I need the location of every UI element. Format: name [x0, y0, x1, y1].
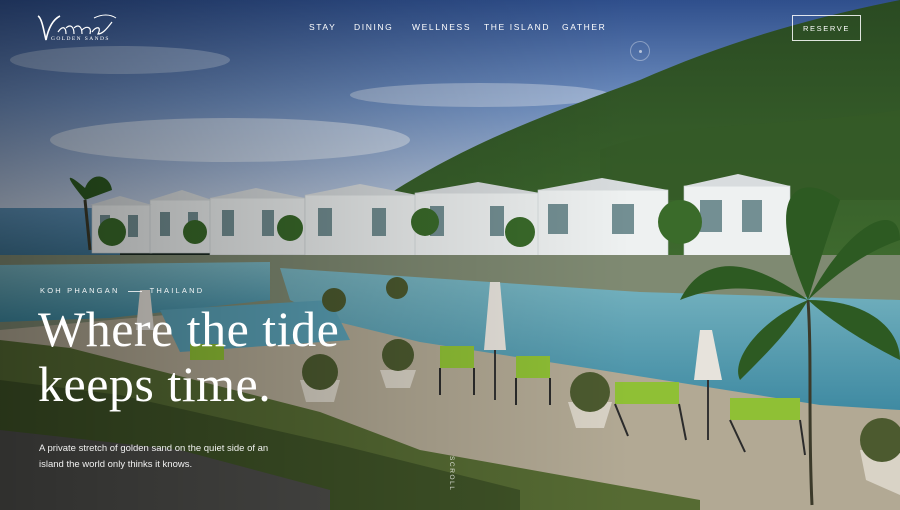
scroll-indicator[interactable]: SCROLL [445, 456, 455, 492]
hero-background-image [0, 0, 900, 510]
headline-line-1: Where the tide [38, 301, 340, 357]
location-kicker: KOH PHANGAN THAILAND [40, 286, 204, 295]
location-island: KOH PHANGAN [40, 286, 120, 295]
cursor-ring-icon [630, 41, 650, 61]
reserve-button[interactable]: RESERVE [792, 15, 861, 41]
brand-subline: GOLDEN SANDS [51, 36, 110, 42]
location-country: THAILAND [149, 286, 205, 295]
hero-headline: Where the tide keeps time. [38, 302, 418, 412]
nav-item-wellness[interactable]: WELLNESS [412, 22, 471, 32]
hero-lede: A private stretch of golden sand on the … [39, 443, 269, 470]
hero: GOLDEN SANDS STAY DINING WELLNESS THE IS… [0, 0, 900, 510]
nav-item-dining[interactable]: DINING [354, 22, 393, 32]
headline-line-2: keeps time. [38, 356, 272, 412]
top-navigation-bar: GOLDEN SANDS STAY DINING WELLNESS THE IS… [0, 0, 900, 60]
nav-item-stay[interactable]: STAY [309, 22, 336, 32]
nav-item-the-island[interactable]: THE ISLAND [484, 22, 550, 32]
kicker-divider [127, 290, 142, 292]
nav-item-gather[interactable]: GATHER [562, 22, 606, 32]
main-nav: STAY DINING WELLNESS THE ISLAND GATHER [0, 22, 900, 36]
